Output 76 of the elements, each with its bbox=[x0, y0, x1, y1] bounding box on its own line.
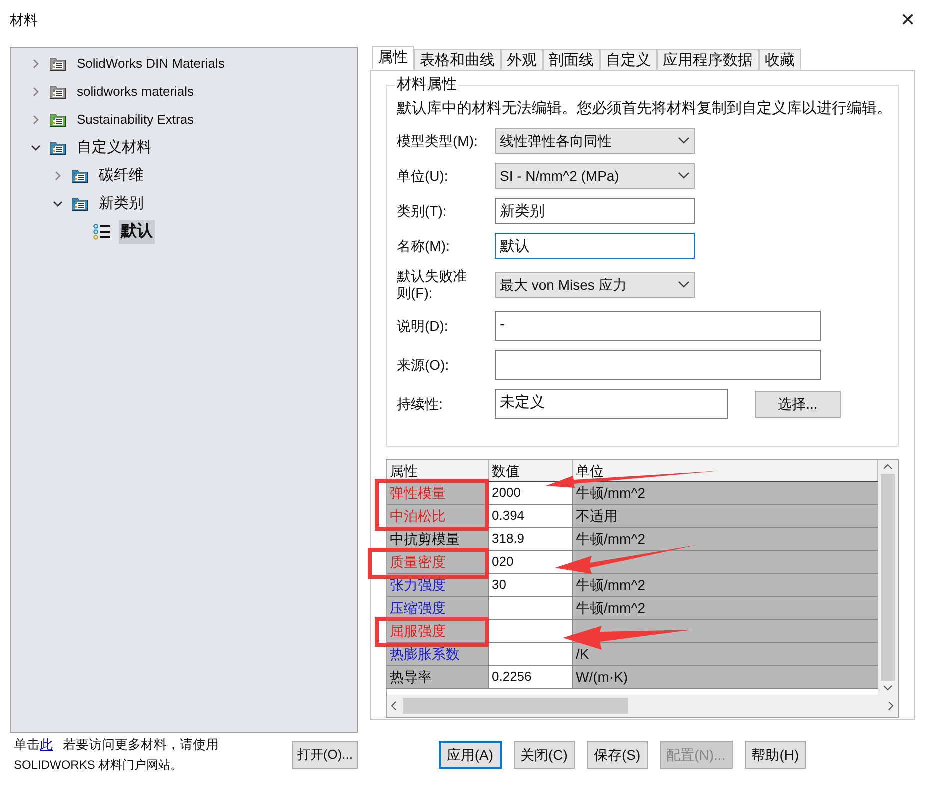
tree-item[interactable]: solidworks materials bbox=[75, 80, 196, 104]
value-cell[interactable] bbox=[489, 620, 573, 642]
list-folder-icon bbox=[49, 111, 67, 129]
text-field[interactable]: 未定义 bbox=[495, 389, 728, 419]
chevron-right-icon[interactable] bbox=[31, 59, 41, 69]
close-button[interactable]: ✕ bbox=[885, 2, 931, 38]
material-list-icon bbox=[93, 223, 111, 241]
list-folder-icon bbox=[71, 167, 89, 185]
caret-icon bbox=[678, 137, 690, 145]
scroll-down-icon[interactable] bbox=[883, 685, 893, 691]
list-folder-icon bbox=[49, 139, 67, 157]
property-cell: 压缩强度 bbox=[387, 597, 489, 619]
field-label: 来源(O): bbox=[397, 356, 450, 374]
tree-item[interactable]: 默认 bbox=[119, 220, 155, 244]
value-cell[interactable]: 2000 bbox=[489, 482, 573, 504]
field-label: 名称(M): bbox=[397, 238, 451, 254]
chevron-right-icon[interactable] bbox=[31, 115, 41, 125]
value-cell[interactable] bbox=[489, 597, 573, 619]
text-field[interactable]: 新类别 bbox=[495, 198, 695, 224]
text-field[interactable]: 默认 bbox=[495, 233, 695, 259]
dropdown[interactable]: SI - N/mm^2 (MPa) bbox=[495, 163, 695, 189]
field-label: 模型类型(M): bbox=[397, 132, 479, 150]
horizontal-scrollbar[interactable] bbox=[387, 695, 898, 717]
tree-item[interactable]: 新类别 bbox=[97, 192, 146, 216]
value-cell[interactable]: 318.9 bbox=[489, 528, 573, 550]
property-cell: 热导率 bbox=[387, 666, 489, 688]
vertical-scrollbar[interactable] bbox=[878, 460, 898, 695]
group-title: 材料属性 bbox=[395, 76, 459, 94]
chevron-right-icon[interactable] bbox=[31, 87, 41, 97]
chevron-down-icon[interactable] bbox=[31, 143, 41, 153]
tab[interactable]: 剖面线 bbox=[543, 49, 600, 70]
value-cell[interactable]: 0.2256 bbox=[489, 666, 573, 688]
list-folder-icon bbox=[49, 83, 67, 101]
tab[interactable]: 收藏 bbox=[759, 49, 801, 70]
field-label: 单位(U): bbox=[397, 168, 450, 184]
value-cell[interactable]: 020 bbox=[489, 551, 573, 573]
dialog-button[interactable]: 应用(A) bbox=[438, 741, 502, 769]
scroll-right-icon[interactable] bbox=[888, 701, 894, 711]
tab[interactable]: 外观 bbox=[501, 49, 543, 70]
field-label: 类别(T): bbox=[397, 202, 448, 220]
list-folder-icon bbox=[49, 55, 67, 73]
window-title: 材料 bbox=[10, 10, 38, 30]
open-button[interactable]: 打开(O)... bbox=[292, 741, 358, 769]
chevron-right-icon[interactable] bbox=[53, 171, 63, 181]
dialog-button[interactable]: 关闭(C) bbox=[514, 741, 575, 769]
tab[interactable]: 属性 bbox=[372, 46, 414, 70]
text-field[interactable] bbox=[495, 350, 821, 380]
tree-item[interactable]: 碳纤维 bbox=[97, 164, 146, 188]
caret-icon bbox=[678, 172, 690, 180]
dropdown[interactable]: 最大 von Mises 应力 bbox=[495, 272, 695, 298]
tree-item[interactable]: Sustainability Extras bbox=[75, 108, 196, 132]
field-label: 持续性: bbox=[397, 396, 444, 412]
value-cell[interactable]: 0.394 bbox=[489, 505, 573, 527]
list-folder-icon bbox=[71, 195, 89, 213]
scroll-up-icon[interactable] bbox=[883, 464, 893, 470]
chevron-down-icon[interactable] bbox=[53, 199, 63, 209]
value-cell[interactable]: 30 bbox=[489, 574, 573, 596]
tab[interactable]: 自定义 bbox=[600, 49, 657, 70]
dropdown[interactable]: 线性弹性各向同性 bbox=[495, 128, 695, 154]
dialog-button[interactable]: 帮助(H) bbox=[744, 741, 806, 769]
text-field[interactable]: - bbox=[495, 311, 821, 341]
tree-item[interactable]: SolidWorks DIN Materials bbox=[75, 52, 227, 76]
dialog-button[interactable]: 保存(S) bbox=[586, 741, 648, 769]
field-label: 默认失败准则(F): bbox=[397, 268, 467, 302]
help-note: 单击此 若要访问更多材料，请使用 SOLIDWORKS 材料门户网站。 bbox=[13, 736, 219, 774]
read-only-note: 默认库中的材料无法编辑。您必须首先将材料复制到自定义库以进行编辑。 bbox=[397, 100, 893, 118]
tab[interactable]: 应用程序数据 bbox=[657, 49, 759, 70]
tree-item[interactable]: 自定义材料 bbox=[75, 136, 154, 160]
scroll-left-icon[interactable] bbox=[391, 701, 397, 711]
field-label: 说明(D): bbox=[397, 318, 450, 334]
help-link[interactable]: 此 bbox=[40, 737, 53, 752]
tab[interactable]: 表格和曲线 bbox=[414, 49, 501, 70]
caret-icon bbox=[678, 281, 690, 289]
select-button[interactable]: 选择... bbox=[755, 390, 841, 418]
column-header[interactable]: 属性 bbox=[387, 460, 489, 481]
value-cell[interactable] bbox=[489, 643, 573, 665]
